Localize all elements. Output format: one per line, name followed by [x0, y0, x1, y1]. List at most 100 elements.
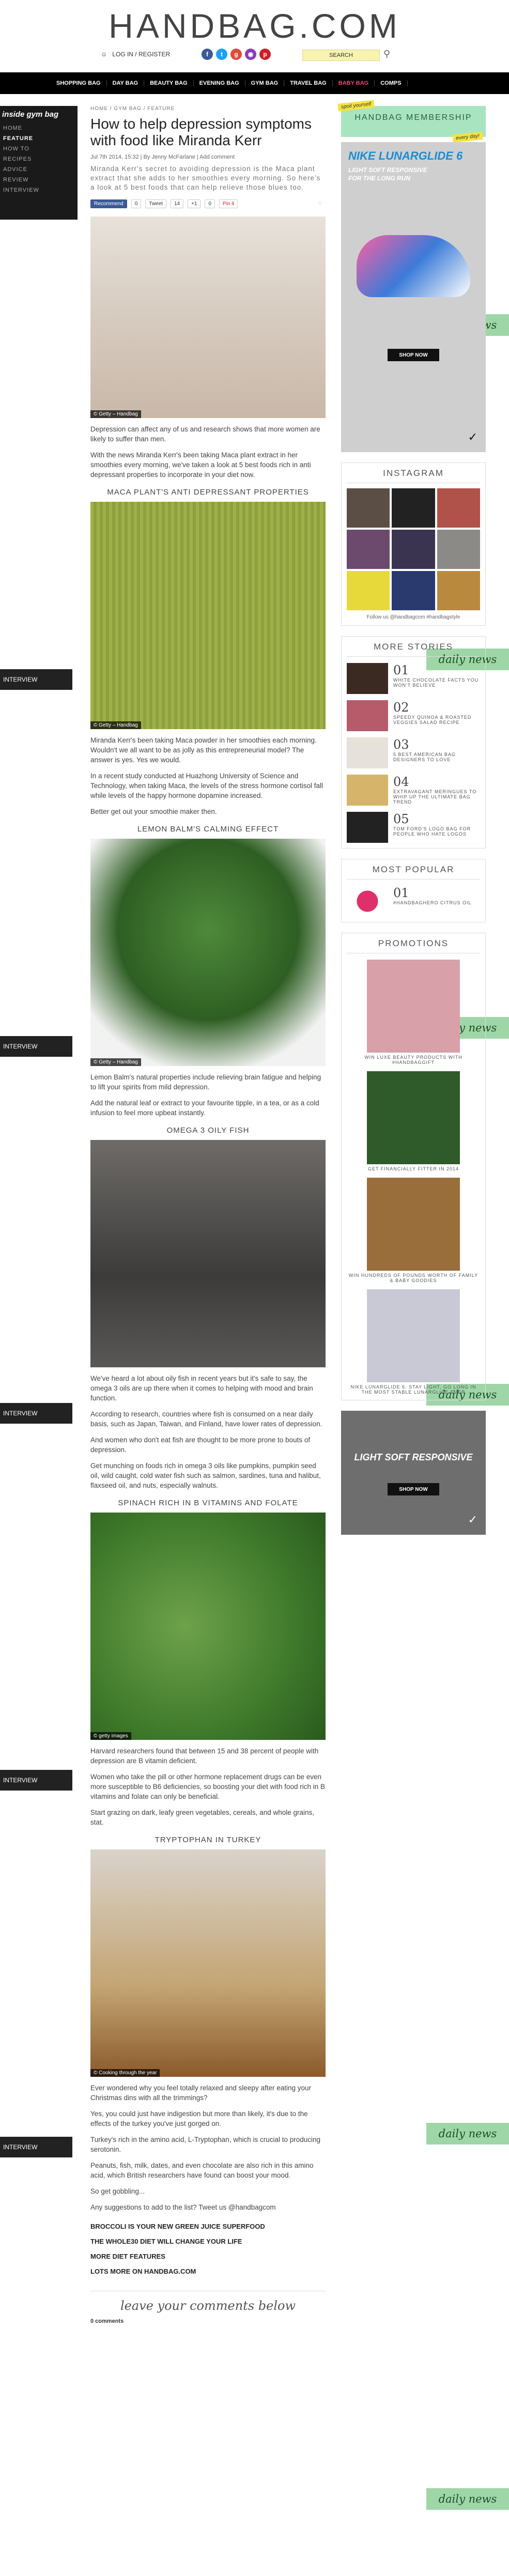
- nav-item[interactable]: DAY BAG: [107, 80, 145, 86]
- story-num: 01: [393, 663, 409, 677]
- paragraph: Add the natural leaf or extract to your …: [90, 1099, 319, 1117]
- paragraph: And women who don't eat fish are thought…: [90, 1436, 311, 1454]
- article: HOME / GYM BAG / FEATURE How to help dep…: [90, 106, 326, 2324]
- nike-ad2-shop-now[interactable]: SHOP NOW: [388, 1483, 439, 1495]
- tweet-button[interactable]: Tweet: [145, 199, 166, 208]
- related-link[interactable]: BROCCOLI IS YOUR NEW GREEN JUICE SUPERFO…: [90, 2223, 326, 2230]
- more-stories-title: MORE STORIES: [347, 642, 480, 657]
- membership-title: HANDBAG MEMBERSHIP: [354, 113, 472, 122]
- pinterest-icon[interactable]: p: [259, 49, 271, 60]
- story-item[interactable]: 01 WHITE CHOCOLATE FACTS YOU WON'T BELIEV…: [347, 663, 480, 694]
- heart-icon[interactable]: ♡: [315, 200, 326, 208]
- nav-item[interactable]: GYM BAG: [245, 80, 285, 86]
- instagram-photo[interactable]: [437, 530, 480, 569]
- twitter-icon[interactable]: t: [216, 49, 227, 60]
- byline: Jul 7th 2014, 15:32 | By Jenny McFarlane…: [90, 154, 235, 160]
- paragraph: According to research, countries where f…: [90, 1410, 322, 1428]
- facebook-icon[interactable]: f: [202, 49, 213, 60]
- story-text: WHITE CHOCOLATE FACTS YOU WON'T BELIEVE: [393, 677, 479, 688]
- story-item[interactable]: 02 SPEEDY QUINOA & ROASTED VEGGIES SALAD …: [347, 700, 480, 731]
- promo-item[interactable]: NIKE LUNARGLIDE 6: STAY LIGHT, GO LONG I…: [347, 1289, 480, 1395]
- related-link[interactable]: LOTS MORE ON HANDBAG.COM: [90, 2268, 326, 2275]
- story-num: 03: [393, 737, 409, 752]
- shoe-image: [357, 235, 470, 297]
- section-nav-item[interactable]: HOW TO: [0, 144, 78, 154]
- promo-item[interactable]: WIN LUXE BEAUTY PRODUCTS WITH #HANDBAGGI…: [347, 960, 480, 1065]
- nike-ad-2[interactable]: LIGHT SOFT RESPONSIVE SHOP NOW ✓: [341, 1411, 486, 1535]
- nav-item[interactable]: BABY BAG: [333, 80, 375, 86]
- instagram-photo[interactable]: [347, 571, 390, 610]
- image-credit: © Getty – Handbag: [90, 721, 141, 729]
- story-text: TOM FORD'S LOGO BAG FOR PEOPLE WHO HATE …: [393, 826, 471, 837]
- article-image: © Getty – Handbag: [90, 839, 326, 1066]
- login-link[interactable]: LOG IN / REGISTER: [112, 51, 170, 58]
- section-nav-item[interactable]: FEATURE: [0, 133, 78, 144]
- user-icon: ☺: [101, 51, 107, 58]
- paragraph: Lemon Balm's natural properties include …: [90, 1073, 321, 1091]
- instagram-photo[interactable]: [392, 571, 435, 610]
- nav-item[interactable]: EVENING BAG: [194, 80, 245, 86]
- membership-tag: spoil yourself: [337, 100, 375, 112]
- paragraph: Ever wondered why you feel totally relax…: [90, 2084, 311, 2102]
- promo-item[interactable]: GET FINANCIALLY FITTER IN 2014: [347, 1071, 480, 1171]
- story-item[interactable]: 04 EXTRAVAGANT MERINGUES TO WHIP UP THE U…: [347, 775, 480, 806]
- section-nav-item[interactable]: ADVICE: [0, 164, 78, 175]
- promo-image: [367, 960, 460, 1053]
- promo-item[interactable]: WIN HUNDREDS OF POUNDS WORTH OF FAMILY &…: [347, 1178, 480, 1283]
- instagram-title: INSTAGRAM: [347, 468, 480, 483]
- paragraph: In a recent study conducted at Huazhong …: [90, 772, 323, 799]
- section-heading: LEMON BALM'S CALMING EFFECT: [137, 825, 279, 834]
- story-item[interactable]: 05 TOM FORD'S LOGO BAG FOR PEOPLE WHO HAT…: [347, 812, 480, 843]
- story-num: 05: [393, 812, 409, 826]
- article-image: © getty images: [90, 1513, 326, 1740]
- nav-item[interactable]: COMPS: [375, 80, 408, 86]
- search-icon[interactable]: ⚲: [383, 49, 395, 60]
- nav-item[interactable]: TRAVEL BAG: [284, 80, 333, 86]
- instagram-photo[interactable]: [437, 571, 480, 610]
- instagram-photo[interactable]: [392, 488, 435, 528]
- gplus-button[interactable]: +1: [188, 199, 201, 208]
- popular-num: 01: [393, 886, 409, 900]
- interview-tab[interactable]: INTERVIEW: [0, 1036, 72, 1057]
- popular-item[interactable]: 01 #HANDBAGHERO CITRUS OIL: [347, 886, 480, 917]
- section-nav: inside gym bag HOME FEATURE HOW TO RECIPES A…: [0, 106, 78, 220]
- interview-tab[interactable]: INTERVIEW: [0, 669, 72, 690]
- facebook-recommend-button[interactable]: Recommend: [90, 199, 127, 208]
- instagram-photo[interactable]: [392, 530, 435, 569]
- instagram-photo[interactable]: [347, 530, 390, 569]
- breadcrumb: HOME / GYM BAG / FEATURE: [90, 106, 175, 112]
- related-link[interactable]: MORE DIET FEATURES: [90, 2253, 326, 2260]
- article-image: © Getty – Handbag: [90, 502, 326, 729]
- membership-banner[interactable]: spoil yourself HANDBAG MEMBERSHIP every …: [337, 100, 486, 143]
- nav-item[interactable]: BEAUTY BAG: [144, 80, 194, 86]
- daily-news-tab[interactable]: daily news: [426, 2123, 509, 2145]
- googleplus-icon[interactable]: g: [230, 49, 242, 60]
- promotions-box: PROMOTIONS WIN LUXE BEAUTY PRODUCTS WITH…: [341, 933, 486, 1400]
- related-link[interactable]: THE WHOLE30 DIET WILL CHANGE YOUR LIFE: [90, 2238, 326, 2245]
- nike-ad[interactable]: NIKE LUNARGLIDE 6 LIGHT SOFT RESPONSIVE …: [341, 142, 486, 452]
- interview-tab[interactable]: INTERVIEW: [0, 2137, 72, 2157]
- section-nav-item[interactable]: INTERVIEW: [0, 185, 78, 195]
- interview-tab[interactable]: INTERVIEW: [0, 1770, 72, 1791]
- section-nav-item[interactable]: REVIEW: [0, 175, 78, 185]
- most-popular-title: MOST POPULAR: [347, 865, 480, 880]
- site-logo[interactable]: HANDBAG.COM: [0, 6, 509, 45]
- section-nav-item[interactable]: RECIPES: [0, 154, 78, 164]
- story-thumb: [347, 812, 388, 843]
- instagram-photo[interactable]: [437, 488, 480, 528]
- interview-tab[interactable]: INTERVIEW: [0, 1403, 72, 1424]
- paragraph: We've heard a lot about oily fish in rec…: [90, 1375, 313, 1402]
- popular-thumb: [347, 886, 388, 917]
- instagram-icon[interactable]: ◉: [245, 49, 256, 60]
- story-item[interactable]: 03 5 BEST AMERICAN BAG DESIGNERS TO LOVE: [347, 737, 480, 768]
- instagram-photo[interactable]: [347, 488, 390, 528]
- section-nav-item[interactable]: HOME: [0, 123, 78, 133]
- pin-button[interactable]: Pin it: [219, 199, 238, 208]
- nike-shop-now-button[interactable]: SHOP NOW: [388, 349, 439, 361]
- nav-item[interactable]: SHOPPING BAG: [51, 80, 107, 86]
- more-stories-box: MORE STORIES 01 WHITE CHOCOLATE FACTS YOU…: [341, 636, 486, 849]
- instagram-follow[interactable]: Follow us @handbagcom #handbagstyle: [347, 614, 480, 620]
- search-input[interactable]: SEARCH: [302, 50, 380, 61]
- article-summary: Miranda Kerr's secret to avoiding depres…: [90, 165, 321, 191]
- daily-news-tab[interactable]: daily news: [426, 2488, 509, 2510]
